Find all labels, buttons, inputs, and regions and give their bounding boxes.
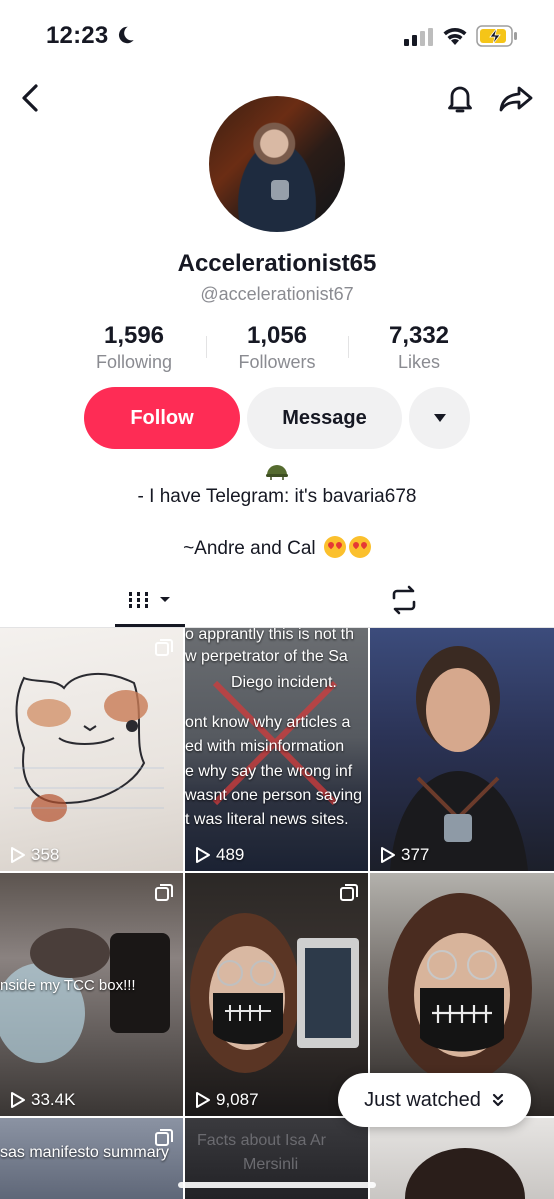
video-thumbnail[interactable]: 358 <box>0 628 183 871</box>
likes-count: 7,332 <box>388 322 450 349</box>
likes-stat[interactable]: 7,332 Likes <box>349 322 489 373</box>
status-bar: 12:23 <box>0 0 554 70</box>
status-time: 12:23 <box>46 22 109 49</box>
home-indicator <box>178 1182 376 1188</box>
view-count: 33.4K <box>8 1090 75 1110</box>
double-chevron-down-icon <box>492 1093 503 1107</box>
play-icon <box>11 1092 25 1108</box>
view-count-text: 377 <box>401 845 430 864</box>
display-name: Accelerationist65 <box>177 250 377 277</box>
wifi-icon <box>443 28 467 45</box>
tab-reposts-repost-icon[interactable] <box>384 580 424 620</box>
photo-image <box>405 1148 525 1199</box>
caret-down-icon <box>433 414 446 422</box>
overlay-text: e why say the wrong inf <box>185 763 353 780</box>
bio-line: - I have Telegram: it's bavaria678 <box>137 486 417 507</box>
view-count-text: 33.4K <box>31 1090 76 1109</box>
overlay-text: nside my TCC box!!! <box>0 977 136 994</box>
more-options-button[interactable] <box>409 387 470 449</box>
play-icon <box>11 847 25 863</box>
selfie-image <box>190 913 359 1073</box>
multi-photo-icon <box>155 884 173 901</box>
video-thumbnail[interactable]: o apprantly this is not th w perpetrator… <box>185 628 368 871</box>
drawing-thumbnail-art <box>14 672 164 822</box>
view-count-text: 358 <box>31 845 60 864</box>
video-thumbnail[interactable]: nside my TCC box!!! 33.4K <box>0 873 183 1116</box>
view-count: 377 <box>378 845 429 865</box>
grid-icon <box>129 592 170 608</box>
view-count: 9,087 <box>193 1090 259 1110</box>
overlay-text: Facts about Isa Ar <box>197 1132 326 1149</box>
play-icon <box>196 847 210 863</box>
video-thumbnail[interactable] <box>370 1118 554 1199</box>
military-helmet-emoji <box>266 465 288 480</box>
video-thumbnail[interactable]: 9,087 <box>185 873 368 1116</box>
video-thumbnail[interactable]: sas manifesto summary <box>0 1118 183 1199</box>
profile-avatar[interactable] <box>209 96 345 232</box>
message-button[interactable]: Message <box>247 387 402 449</box>
followers-stat[interactable]: 1,056 Followers <box>207 322 347 373</box>
follow-button[interactable]: Follow <box>84 387 240 449</box>
moon-icon <box>118 26 134 44</box>
person-portrait <box>390 646 528 871</box>
view-count-text: 489 <box>216 845 245 864</box>
overlay-text: sas manifesto summary <box>0 1144 169 1161</box>
multi-photo-icon <box>155 639 173 656</box>
overlay-text: Diego incident. <box>231 674 337 691</box>
view-count: 489 <box>193 845 244 865</box>
view-count: 358 <box>8 845 59 865</box>
username: @accelerationist67 <box>200 284 354 304</box>
just-watched-label: Just watched <box>364 1088 481 1111</box>
overlay-text: wasnt one person saying <box>185 787 362 804</box>
overlay-text: ont know why articles a <box>185 714 351 731</box>
overlay-text: Mersinli <box>243 1156 299 1173</box>
video-thumbnail[interactable]: 377 <box>370 628 554 871</box>
share-icon[interactable] <box>497 80 535 116</box>
likes-label: Likes <box>397 352 441 372</box>
overlay-text: w perpetrator of the Sa <box>185 648 348 665</box>
play-icon <box>196 1092 210 1108</box>
overlay-text: o apprantly this is not th <box>185 628 354 643</box>
battery-charging-icon <box>476 25 517 47</box>
followers-label: Followers <box>238 352 316 372</box>
cellular-signal-icon <box>404 28 433 46</box>
notification-bell-icon[interactable] <box>442 80 478 116</box>
heart-eyes-emoji <box>323 536 346 558</box>
following-count: 1,596 <box>103 322 165 349</box>
bio-signature-text: ~Andre and Cal <box>183 538 316 559</box>
following-label: Following <box>95 352 173 372</box>
back-button[interactable] <box>14 80 46 116</box>
tab-videos[interactable] <box>115 578 185 626</box>
view-count-text: 9,087 <box>216 1090 259 1109</box>
overlay-text: ed with misinformation <box>185 738 345 755</box>
followers-count: 1,056 <box>246 322 308 349</box>
multi-photo-icon <box>340 884 358 901</box>
heart-eyes-emoji <box>348 536 371 558</box>
play-icon <box>381 847 395 863</box>
just-watched-button[interactable]: Just watched <box>338 1073 531 1127</box>
overlay-text: t was literal news sites. <box>185 811 349 828</box>
following-stat[interactable]: 1,596 Following <box>64 322 204 373</box>
multi-photo-icon <box>155 1129 173 1146</box>
bio-line-signature: ~Andre and Cal <box>0 536 554 560</box>
